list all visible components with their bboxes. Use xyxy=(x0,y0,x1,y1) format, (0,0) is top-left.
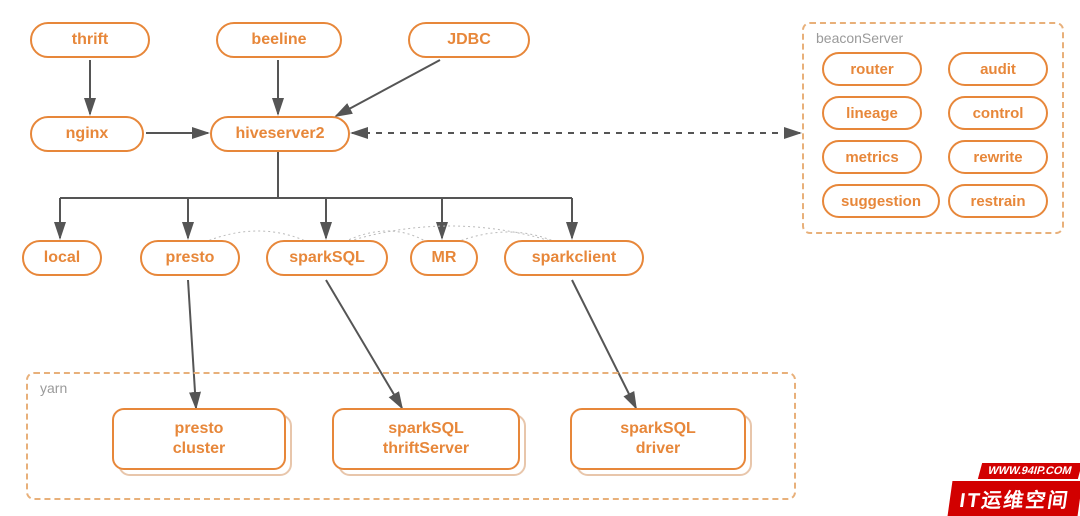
node-local: local xyxy=(22,240,102,276)
node-router: router xyxy=(822,52,922,86)
stack-presto-cluster: presto cluster xyxy=(112,408,286,470)
node-beeline: beeline xyxy=(216,22,342,58)
node-sparkclient: sparkclient xyxy=(504,240,644,276)
node-presto: presto xyxy=(140,240,240,276)
card-sparksql-thrift: sparkSQL thriftServer xyxy=(332,408,520,470)
node-metrics: metrics xyxy=(822,140,922,174)
node-mr: MR xyxy=(410,240,478,276)
node-control: control xyxy=(948,96,1048,130)
node-nginx: nginx xyxy=(30,116,144,152)
watermark: WWW.94IP.COM IT运维空间 xyxy=(950,461,1080,516)
node-hiveserver2: hiveserver2 xyxy=(210,116,350,152)
node-thrift: thrift xyxy=(30,22,150,58)
node-jdbc: JDBC xyxy=(408,22,530,58)
group-beacon-label: beaconServer xyxy=(816,30,903,46)
stack-sparksql-thrift: sparkSQL thriftServer xyxy=(332,408,520,470)
group-yarn-label: yarn xyxy=(40,380,67,396)
stack-sparksql-driver: sparkSQL driver xyxy=(570,408,746,470)
node-lineage: lineage xyxy=(822,96,922,130)
node-suggestion: suggestion xyxy=(822,184,940,218)
watermark-text: IT运维空间 xyxy=(948,481,1080,516)
node-rewrite: rewrite xyxy=(948,140,1048,174)
watermark-url: WWW.94IP.COM xyxy=(978,463,1080,479)
node-restrain: restrain xyxy=(948,184,1048,218)
card-presto-cluster: presto cluster xyxy=(112,408,286,470)
node-sparksql: sparkSQL xyxy=(266,240,388,276)
card-sparksql-driver: sparkSQL driver xyxy=(570,408,746,470)
node-audit: audit xyxy=(948,52,1048,86)
